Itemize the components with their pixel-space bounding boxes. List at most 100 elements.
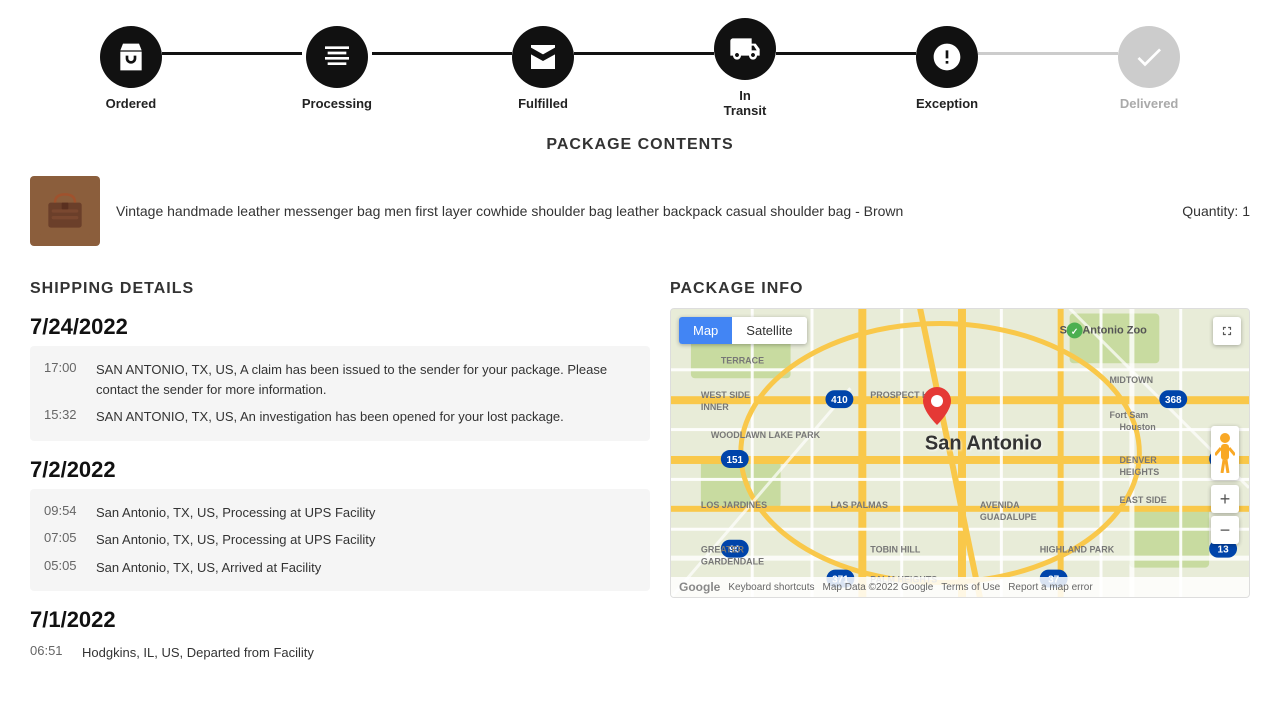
keyboard-shortcuts-link[interactable]: Keyboard shortcuts <box>728 582 814 593</box>
status-step-fulfilled: Fulfilled <box>512 26 574 111</box>
map-location-pin <box>923 387 951 430</box>
fulfilled-label: Fulfilled <box>518 96 568 111</box>
map-footer: Google Keyboard shortcuts Map Data ©2022… <box>671 577 1249 597</box>
events-box-1: 17:00 SAN ANTONIO, TX, US, A claim has b… <box>30 346 650 441</box>
exception-icon-wrap <box>916 26 978 88</box>
shipping-details-section: SHIPPING DETAILS 7/24/2022 17:00 SAN ANT… <box>30 272 670 683</box>
status-step-delivered: Delivered <box>1118 26 1180 111</box>
svg-text:MIDTOWN: MIDTOWN <box>1109 375 1153 385</box>
svg-text:EAST SIDE: EAST SIDE <box>1119 495 1166 505</box>
event-row: 05:05 San Antonio, TX, US, Arrived at Fa… <box>44 554 636 582</box>
processing-icon <box>321 41 353 73</box>
svg-text:AVENIDA: AVENIDA <box>980 500 1020 510</box>
event-time: 05:05 <box>44 558 82 578</box>
product-description: Vintage handmade leather messenger bag m… <box>116 201 1166 222</box>
line-4 <box>776 52 916 55</box>
package-item: Vintage handmade leather messenger bag m… <box>30 166 1250 256</box>
event-row: 17:00 SAN ANTONIO, TX, US, A claim has b… <box>44 356 636 403</box>
delivered-icon-wrap <box>1118 26 1180 88</box>
zoom-out-button[interactable]: − <box>1211 516 1239 544</box>
event-desc: San Antonio, TX, US, Processing at UPS F… <box>96 503 375 523</box>
svg-text:✓: ✓ <box>1071 326 1079 336</box>
map-pegman[interactable] <box>1211 426 1239 480</box>
status-step-exception: Exception <box>916 26 978 111</box>
line-5 <box>978 52 1118 55</box>
report-link[interactable]: Report a map error <box>1008 582 1092 593</box>
svg-text:GUADALUPE: GUADALUPE <box>980 512 1037 522</box>
event-time: 07:05 <box>44 530 82 550</box>
map-button[interactable]: Map <box>679 317 732 344</box>
event-row: 15:32 SAN ANTONIO, TX, US, An investigat… <box>44 403 636 431</box>
google-logo: Google <box>679 580 720 594</box>
zoom-in-button[interactable]: + <box>1211 485 1239 513</box>
date-header-3: 7/1/2022 <box>30 607 650 633</box>
product-quantity: Quantity: 1 <box>1182 203 1250 219</box>
fullscreen-icon <box>1220 324 1234 338</box>
alert-icon <box>931 41 963 73</box>
events-box-2: 09:54 San Antonio, TX, US, Processing at… <box>30 489 650 592</box>
lower-section: SHIPPING DETAILS 7/24/2022 17:00 SAN ANT… <box>0 272 1280 683</box>
status-bar: Ordered Processing Fulfilled InTransit E… <box>0 0 1280 128</box>
date-group-1: 7/24/2022 17:00 SAN ANTONIO, TX, US, A c… <box>30 314 650 441</box>
event-desc: SAN ANTONIO, TX, US, An investigation ha… <box>96 407 564 427</box>
svg-text:410: 410 <box>831 395 848 406</box>
fulfilled-icon-wrap <box>512 26 574 88</box>
svg-text:Houston: Houston <box>1119 422 1155 432</box>
svg-text:Fort Sam: Fort Sam <box>1109 410 1148 420</box>
date-header-2: 7/2/2022 <box>30 457 650 483</box>
bag-icon <box>115 41 147 73</box>
ordered-icon-wrap <box>100 26 162 88</box>
svg-text:WOODLAWN LAKE PARK: WOODLAWN LAKE PARK <box>711 430 821 440</box>
event-desc: San Antonio, TX, US, Processing at UPS F… <box>96 530 375 550</box>
event-time: 06:51 <box>30 643 68 663</box>
svg-text:151: 151 <box>726 455 743 466</box>
date-group-3: 7/1/2022 06:51 Hodgkins, IL, US, Departe… <box>30 607 650 667</box>
svg-text:DENVER: DENVER <box>1119 455 1157 465</box>
date-header-1: 7/24/2022 <box>30 314 650 340</box>
package-info-title: PACKAGE INFO <box>670 280 1250 298</box>
truck-icon <box>729 33 761 65</box>
svg-text:HIGHLAND PARK: HIGHLAND PARK <box>1040 545 1115 555</box>
line-1 <box>162 52 302 55</box>
check-icon <box>1133 41 1165 73</box>
line-3 <box>574 52 714 55</box>
svg-text:HEIGHTS: HEIGHTS <box>1119 467 1159 477</box>
map-fullscreen-button[interactable] <box>1213 317 1241 345</box>
map-container[interactable]: 410 368 35 151 90 371 37 13 TERRACE San … <box>670 308 1250 598</box>
map-toolbar[interactable]: Map Satellite <box>679 317 807 344</box>
package-info-section: PACKAGE INFO <box>670 272 1250 683</box>
status-step-in-transit: InTransit <box>714 18 776 118</box>
svg-text:TOBIN HILL: TOBIN HILL <box>870 545 921 555</box>
line-2 <box>372 52 512 55</box>
event-row: 07:05 San Antonio, TX, US, Processing at… <box>44 526 636 554</box>
event-row: 06:51 Hodgkins, IL, US, Departed from Fa… <box>30 639 650 667</box>
status-step-ordered: Ordered <box>100 26 162 111</box>
svg-text:368: 368 <box>1165 395 1182 406</box>
date-group-2: 7/2/2022 09:54 San Antonio, TX, US, Proc… <box>30 457 650 592</box>
event-desc: SAN ANTONIO, TX, US, A claim has been is… <box>96 360 636 399</box>
map-zoom-controls[interactable]: + − <box>1211 485 1239 547</box>
package-contents-title: PACKAGE CONTENTS <box>30 136 1250 154</box>
exception-label: Exception <box>916 96 978 111</box>
event-row: 09:54 San Antonio, TX, US, Processing at… <box>44 499 636 527</box>
shipping-details-title: SHIPPING DETAILS <box>30 280 650 298</box>
event-desc: Hodgkins, IL, US, Departed from Facility <box>82 643 314 663</box>
pegman-icon <box>1215 433 1235 473</box>
svg-text:LOS JARDINES: LOS JARDINES <box>701 500 767 510</box>
processing-label: Processing <box>302 96 372 111</box>
svg-text:WEST SIDE: WEST SIDE <box>701 390 750 400</box>
event-desc: San Antonio, TX, US, Arrived at Facility <box>96 558 321 578</box>
event-time: 09:54 <box>44 503 82 523</box>
svg-text:INNER: INNER <box>701 402 729 412</box>
svg-text:LAS PALMAS: LAS PALMAS <box>830 500 888 510</box>
pin-icon <box>923 387 951 425</box>
product-thumbnail <box>30 176 100 246</box>
ordered-label: Ordered <box>106 96 157 111</box>
event-time: 17:00 <box>44 360 82 399</box>
delivered-label: Delivered <box>1120 96 1179 111</box>
satellite-button[interactable]: Satellite <box>732 317 806 344</box>
map-data-label: Map Data ©2022 Google <box>823 582 934 593</box>
terms-link[interactable]: Terms of Use <box>941 582 1000 593</box>
bag-thumbnail-icon <box>40 186 90 236</box>
processing-icon-wrap <box>306 26 368 88</box>
